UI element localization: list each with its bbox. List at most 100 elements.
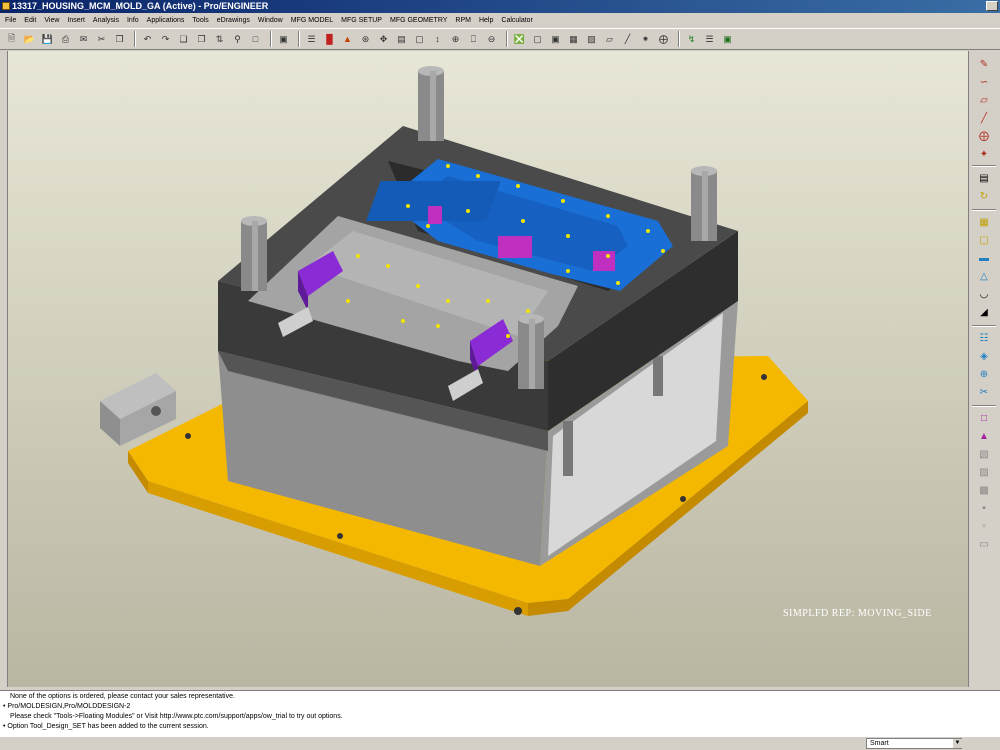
menu-tools[interactable]: Tools	[192, 17, 208, 24]
title-bar: 13317_HOUSING_MCM_MOLD_GA (Active) - Pro…	[0, 0, 1000, 13]
find-icon[interactable]: ⚲	[230, 32, 245, 47]
menu-analysis[interactable]: Analysis	[93, 17, 119, 24]
sketch-tool-icon[interactable]: ✎	[976, 57, 992, 71]
close-button[interactable]	[986, 1, 998, 11]
menu-edit[interactable]: Edit	[24, 17, 36, 24]
cut-icon[interactable]: ✂	[94, 32, 109, 47]
spin-center-icon[interactable]: ✥	[376, 32, 391, 47]
guide-pillar-left	[241, 216, 267, 291]
datum-points-icon[interactable]: ⁕	[638, 32, 653, 47]
offset-icon[interactable]: ▧	[976, 447, 992, 461]
message-area: None of the options is ordered, please c…	[0, 690, 1000, 736]
message-line: • Pro/MOLDESIGN,Pro/MOLDDESIGN-2	[3, 703, 131, 710]
point-icon[interactable]: ⨁	[976, 129, 992, 143]
view-manager-icon[interactable]: ☰	[304, 32, 319, 47]
wireframe-icon[interactable]: ▢	[530, 32, 545, 47]
chevron-down-icon[interactable]: ▼	[953, 739, 962, 748]
app-icon[interactable]	[2, 2, 10, 10]
zoom-window-icon[interactable]: ⎕	[466, 32, 481, 47]
draft-icon[interactable]: △	[976, 269, 992, 283]
paste-icon[interactable]: ❑	[176, 32, 191, 47]
datum-planes-icon[interactable]: ▱	[602, 32, 617, 47]
open-file-icon[interactable]: 📂	[22, 32, 37, 47]
left-splitter[interactable]	[0, 51, 8, 687]
redo-icon[interactable]: ↷	[158, 32, 173, 47]
round-icon[interactable]: ◡	[976, 287, 992, 301]
graphics-viewport[interactable]: SIMPLFD REP: MOVING_SIDE	[8, 51, 968, 687]
guide-pillar-front	[518, 314, 544, 389]
message-line: Please check "Tools->Floating Modules" o…	[10, 713, 343, 720]
email-icon[interactable]: ✉	[76, 32, 91, 47]
menu-help[interactable]: Help	[479, 17, 493, 24]
menu-info[interactable]: Info	[127, 17, 139, 24]
menu-calculator[interactable]: Calculator	[501, 17, 533, 24]
warp-icon[interactable]: ▲	[976, 429, 992, 443]
revolve-icon[interactable]: ↻	[976, 189, 992, 203]
saved-views-icon[interactable]: ▤	[394, 32, 409, 47]
trim-icon[interactable]: ✂	[976, 385, 992, 399]
menu-edrawings[interactable]: eDrawings	[217, 17, 250, 24]
style-icon[interactable]: □	[976, 411, 992, 425]
extrude-icon[interactable]: ▤	[976, 171, 992, 185]
select-box-icon[interactable]: □	[248, 32, 263, 47]
zoom-out-icon[interactable]: ⊖	[484, 32, 499, 47]
zoom-in-icon[interactable]: ⊕	[448, 32, 463, 47]
menu-rpm[interactable]: RPM	[455, 17, 471, 24]
no-hidden-icon[interactable]: ▦	[566, 32, 581, 47]
toolbar-separator	[506, 31, 508, 47]
axis-icon[interactable]: ╱	[976, 111, 992, 125]
status-bar	[0, 736, 1000, 750]
save-icon[interactable]: 💾	[40, 32, 55, 47]
refit-icon[interactable]: ▢	[412, 32, 427, 47]
menu-file[interactable]: File	[5, 17, 16, 24]
print-icon[interactable]: ⎙	[58, 32, 73, 47]
menu-insert[interactable]: Insert	[67, 17, 85, 24]
extend-icon[interactable]: ▪	[976, 501, 992, 515]
menu-window[interactable]: Window	[258, 17, 283, 24]
insert-magenta	[593, 251, 615, 271]
regenerate-icon[interactable]: ⇅	[212, 32, 227, 47]
pattern-icon[interactable]: ☷	[976, 331, 992, 345]
color-appearance-icon[interactable]: █	[322, 32, 337, 47]
coordinate-systems-icon[interactable]: ⨁	[656, 32, 671, 47]
merge-icon[interactable]: ⊕	[976, 367, 992, 381]
intersect-icon[interactable]: ▫	[976, 519, 992, 533]
plane-icon[interactable]: ▱	[976, 93, 992, 107]
menu-view[interactable]: View	[44, 17, 59, 24]
shading-icon[interactable]: ▨	[584, 32, 599, 47]
mold-assembly-model[interactable]	[8, 51, 968, 687]
paste-special-icon[interactable]: ❒	[194, 32, 209, 47]
annotate-icon[interactable]: ☰	[702, 32, 717, 47]
datum-axes-icon[interactable]: ╱	[620, 32, 635, 47]
datum-display-icon[interactable]: ⊛	[358, 32, 373, 47]
window-icon[interactable]: ▣	[276, 32, 291, 47]
toolbar-separator	[678, 31, 680, 47]
hidden-line-icon[interactable]: ▣	[548, 32, 563, 47]
model-display-icon[interactable]: ▲	[340, 32, 355, 47]
shell-icon[interactable]: ▢	[976, 233, 992, 247]
menu-mfg-setup[interactable]: MFG SETUP	[341, 17, 382, 24]
menu-applications[interactable]: Applications	[147, 17, 185, 24]
base-hole	[514, 607, 522, 615]
thicken-icon[interactable]: ▨	[976, 465, 992, 479]
curve-icon[interactable]: ∽	[976, 75, 992, 89]
solidify-icon[interactable]: ▩	[976, 483, 992, 497]
menu-mfg-geometry[interactable]: MFG GEOMETRY	[390, 17, 447, 24]
hole-icon[interactable]: ▦	[976, 215, 992, 229]
undo-icon[interactable]: ↶	[140, 32, 155, 47]
mirror-icon[interactable]: ◈	[976, 349, 992, 363]
project-icon[interactable]: ▭	[976, 537, 992, 551]
analysis-icon[interactable]: ▣	[720, 32, 735, 47]
toolbar-separator	[972, 165, 996, 167]
orient-icon[interactable]: ↕	[430, 32, 445, 47]
repaint-icon[interactable]: ❎	[512, 32, 527, 47]
csys-icon[interactable]: ✦	[976, 147, 992, 161]
base-hole	[185, 433, 191, 439]
copy-icon[interactable]: ❐	[112, 32, 127, 47]
rib-icon[interactable]: ▬	[976, 251, 992, 265]
new-file-icon[interactable]: 🗎	[4, 32, 19, 47]
selection-filter-select[interactable]: Smart	[866, 738, 962, 749]
menu-mfg-model[interactable]: MFG MODEL	[291, 17, 333, 24]
chamfer-icon[interactable]: ◢	[976, 305, 992, 319]
sketch-icon[interactable]: ↯	[684, 32, 699, 47]
